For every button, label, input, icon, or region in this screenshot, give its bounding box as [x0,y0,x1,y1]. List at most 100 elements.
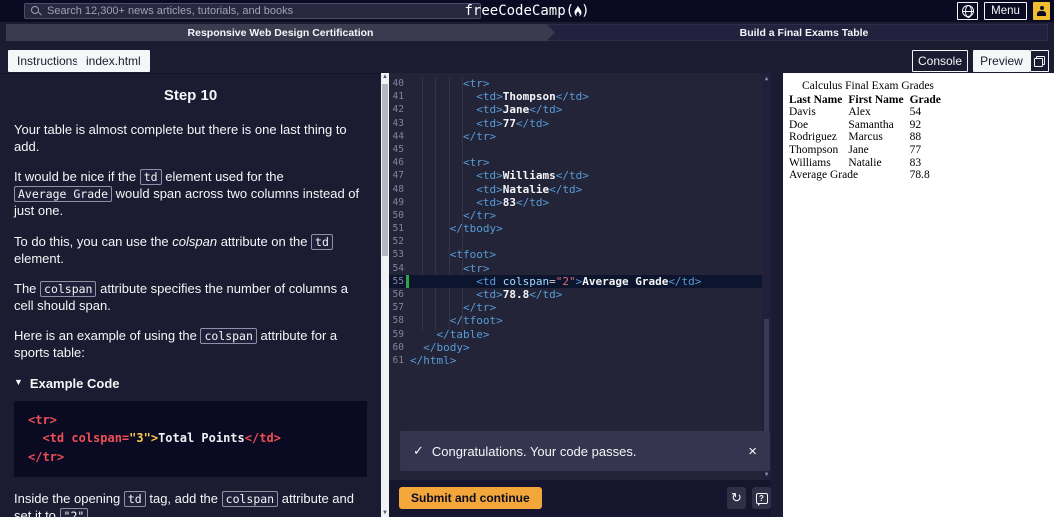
code-line-60[interactable]: 60 </body> [389,341,762,354]
menu-button[interactable]: Menu [984,2,1027,20]
instructions-scrollbar[interactable]: ▲ ▼ [381,73,389,517]
text-segment: Average Grade [14,186,113,203]
instruction-paragraph: Your table is almost complete but there … [14,121,367,155]
table-cell: 77 [909,143,922,156]
text-segment: Here is an example of using the [14,328,201,344]
text-segment: </tr> [462,301,497,315]
table-row: Thompson Jane 77 [789,144,947,157]
instruction-paragraph: The colspan attribute specifies the numb… [14,280,367,314]
instructions-paragraphs: Your table is almost complete but there … [14,121,367,362]
text-segment: </td> [515,116,550,130]
line-number: 48 [392,183,404,195]
code-line-40[interactable]: 40 <tr> [389,77,762,90]
text-segment: <tr> [28,412,57,427]
console-button[interactable]: Console [912,50,968,72]
table-header-row: Last Name First Name Grade [789,94,947,107]
editor-scrollbar[interactable]: ▲ ▼ [762,73,771,480]
language-globe-button[interactable] [957,2,978,20]
code-line-42[interactable]: 42 <td>Jane</td> [389,103,762,116]
table-cell: Doe [789,118,809,131]
help-button[interactable]: ? [752,487,771,509]
text-segment: td [123,490,146,507]
text-segment: <td> [476,116,503,130]
text-segment: </body> [423,340,470,354]
search-input[interactable] [47,5,474,17]
code-line-56[interactable]: 56 <td>78.8</td> [389,288,762,301]
table-cell: Davis [789,106,816,119]
table-head: Last Name First Name Grade [789,94,947,107]
text-segment [410,301,463,314]
text-segment: tag, add the [145,490,222,506]
text-segment [410,117,476,130]
text-segment: element. [14,250,64,266]
text-segment: To do this, you can use the [14,233,173,249]
code-line-53[interactable]: 53 <tfoot> [389,248,762,261]
preview-button[interactable]: Preview [973,50,1030,72]
text-segment [410,314,450,327]
instructions-scrollbar-thumb[interactable] [382,84,388,256]
reset-button[interactable]: ↻ [727,487,746,509]
line-number: 42 [392,104,404,116]
code-text: <td>Natalie</td> [409,183,582,196]
code-line-48[interactable]: 48 <td>Natalie</td> [389,183,762,196]
tab-instructions[interactable]: Instructions [8,50,88,72]
text-segment: Thompson [502,90,556,104]
code-line-46[interactable]: 46 <tr> [389,156,762,169]
text-segment: 77 [502,116,516,130]
code-line-41[interactable]: 41 <td>Thompson</td> [389,90,762,103]
preview-panel: Calculus Final Exam Grades Last Name First… [783,73,1054,517]
text-segment: "3"> [129,431,159,446]
text-segment [410,288,476,301]
text-segment: Jane [502,103,530,117]
text-segment [410,90,476,103]
code-line-57[interactable]: 57 </tr> [389,301,762,314]
close-icon[interactable]: × [748,444,757,459]
code-line-50[interactable]: 50 </tr> [389,209,762,222]
scroll-up-icon[interactable]: ▲ [381,73,389,81]
code-line-61[interactable]: 61 </html> [389,354,762,367]
code-line-51[interactable]: 51 </tbody> [389,222,762,235]
code-line-59[interactable]: 59 </table> [389,328,762,341]
open-preview-external-button[interactable] [1030,50,1049,72]
code-text: <td>78.8</td> [409,288,562,301]
code-line-54[interactable]: 54 <tr> [389,262,762,275]
code-line-45[interactable]: 45 [389,143,762,156]
example-code-toggle[interactable]: ▼ Example Code [14,375,367,392]
code-text: <td>Williams</td> [409,169,589,182]
table-row: Williams Natalie 83 [789,157,947,170]
search-box[interactable] [24,3,481,19]
scroll-up-icon[interactable]: ▲ [762,74,771,83]
line-number: 56 [392,289,404,300]
text-segment: td [311,233,333,250]
code-editor[interactable]: 40 <tr> 41 <td>Thompson</td> 42 <td>Jane</… [389,73,771,480]
code-line-44[interactable]: 44 </tr> [389,130,762,143]
code-line-47[interactable]: 47 <td>Williams</td> [389,169,762,182]
code-text: <tfoot> [409,248,496,261]
code-text: </tr> [409,301,496,314]
code-line-58[interactable]: 58 </tfoot> [389,314,762,327]
text-segment [410,169,476,182]
globe-icon [961,5,974,18]
progress-segment-certification: Responsive Web Design Certification [6,24,555,41]
text-segment: <tr> [462,77,490,90]
code-line-55[interactable]: 55 <td colspan="2">Average Grade</td> [389,274,762,288]
submit-button[interactable]: Submit and continue [399,487,542,509]
text-segment: colspan [221,490,279,507]
scroll-down-icon[interactable]: ▼ [381,509,389,517]
footer-value-cell: 78.8 [909,169,930,182]
freecodecamp-logo[interactable]: freeCodeCamp() [464,1,589,21]
instructions-paragraphs-after: Inside the opening td tag, add the colsp… [14,490,367,517]
code-line-52[interactable]: 52 [389,235,762,248]
text-segment: <td> [476,90,503,104]
table-cell: 54 [909,106,922,119]
line-number: 44 [392,130,404,142]
tab-index-html[interactable]: index.html [77,50,150,72]
text-segment: It would be nice if the [14,169,140,185]
text-segment: <td [476,274,497,288]
text-segment: </html> [410,353,457,367]
code-line-49[interactable]: 49 <td>83</td> [389,196,762,209]
user-avatar[interactable] [1033,2,1050,20]
scroll-down-icon[interactable]: ▼ [762,470,771,479]
text-segment: </td> [668,274,702,288]
code-line-43[interactable]: 43 <td>77</td> [389,117,762,130]
